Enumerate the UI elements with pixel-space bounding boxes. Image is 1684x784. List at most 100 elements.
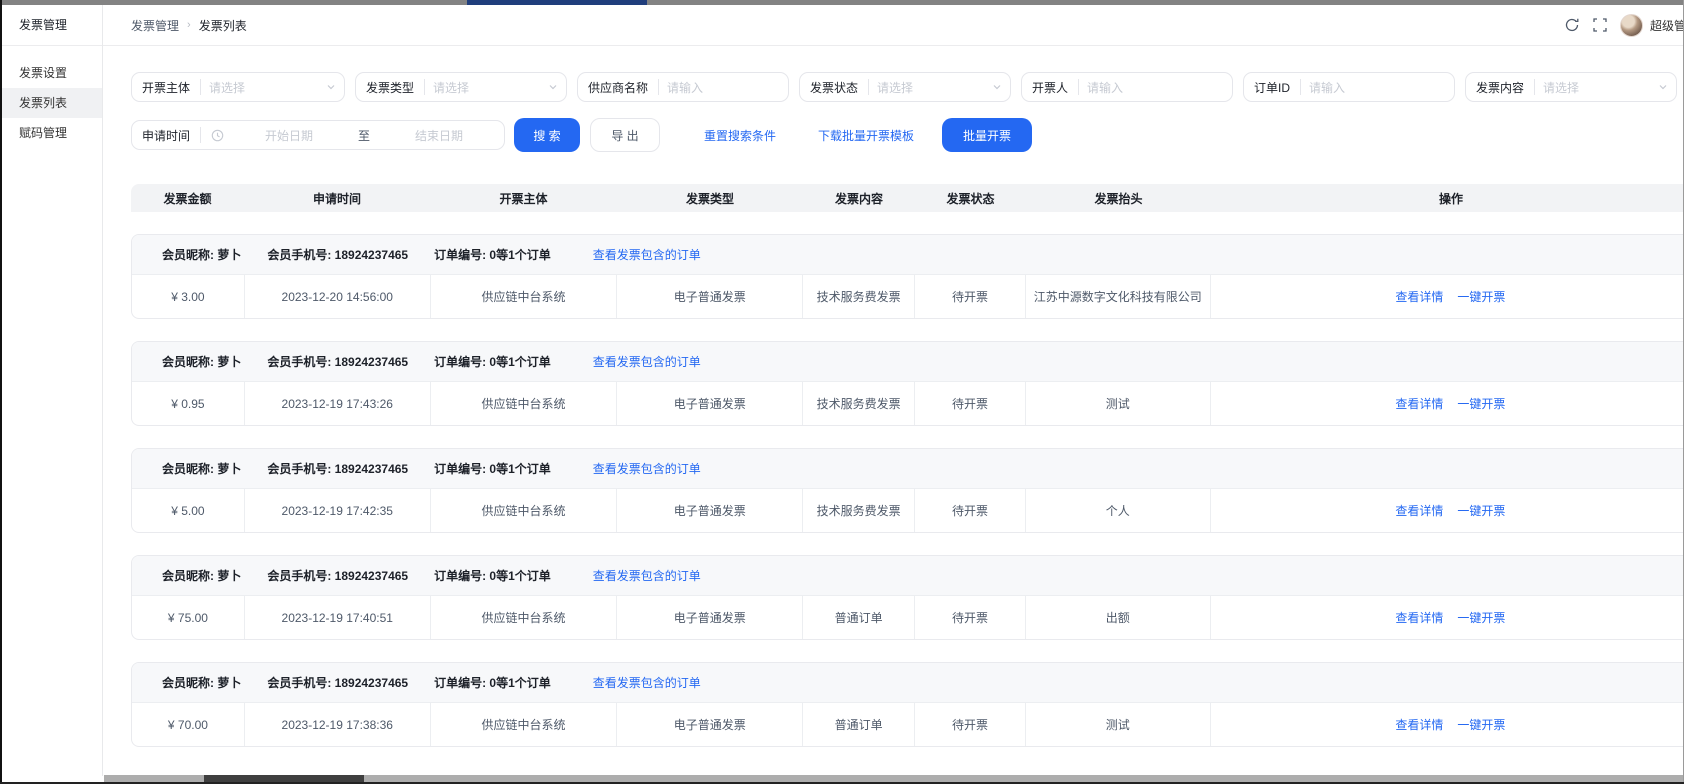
sidebar: 发票管理 发票设置发票列表赋码管理 <box>2 5 103 776</box>
chevron-down-icon <box>326 82 344 92</box>
one-click-invoice-link[interactable]: 一键开票 <box>1457 609 1505 626</box>
group-header: 会员昵称: 萝卜 会员手机号: 18924237465 订单编号: 0等1个订单… <box>132 449 1684 489</box>
column-header-1: 申请时间 <box>244 190 430 207</box>
end-date-input[interactable]: 结束日期 <box>374 127 504 144</box>
invoice-group: 会员昵称: 萝卜 会员手机号: 18924237465 订单编号: 0等1个订单… <box>131 448 1684 533</box>
filter-box[interactable]: 开票人 请输入 <box>1021 72 1233 102</box>
cell-amount: ¥ 3.00 <box>132 275 245 318</box>
cell-apply-time: 2023-12-19 17:40:51 <box>245 596 431 639</box>
member-nickname: 会员昵称: 萝卜 <box>162 353 241 370</box>
filter-label: 订单ID <box>1244 79 1300 96</box>
filter-input[interactable]: 请选择 <box>1535 79 1658 96</box>
fullscreen-icon[interactable] <box>1592 17 1608 33</box>
one-click-invoice-link[interactable]: 一键开票 <box>1457 716 1505 733</box>
cell-status: 待开票 <box>915 703 1026 746</box>
view-detail-link[interactable]: 查看详情 <box>1395 395 1443 412</box>
member-phone: 会员手机号: 18924237465 <box>267 567 408 584</box>
sidebar-item-0[interactable]: 发票设置 <box>2 58 102 88</box>
invoice-group: 会员昵称: 萝卜 会员手机号: 18924237465 订单编号: 0等1个订单… <box>131 555 1684 640</box>
table-row: ¥ 3.00 2023-12-20 14:56:00 供应链中台系统 电子普通发… <box>132 275 1684 318</box>
order-number: 订单编号: 0等1个订单 <box>434 567 551 584</box>
column-header-4: 发票内容 <box>803 190 915 207</box>
download-template-link[interactable]: 下载批量开票模板 <box>818 127 914 144</box>
chevron-down-icon <box>1658 82 1676 92</box>
filter-box[interactable]: 发票内容 请选择 <box>1465 72 1677 102</box>
chevron-down-icon <box>992 82 1010 92</box>
sidebar-item-1[interactable]: 发票列表 <box>2 88 102 118</box>
member-phone: 会员手机号: 18924237465 <box>267 460 408 477</box>
group-header: 会员昵称: 萝卜 会员手机号: 18924237465 订单编号: 0等1个订单… <box>132 342 1684 382</box>
cell-apply-time: 2023-12-20 14:56:00 <box>245 275 431 318</box>
window-top-strip <box>0 0 1684 5</box>
cell-actions: 查看详情 一键开票 <box>1211 489 1684 532</box>
filter-input[interactable]: 请选择 <box>869 79 992 96</box>
filter-label: 发票状态 <box>800 79 868 96</box>
cell-amount: ¥ 5.00 <box>132 489 245 532</box>
cell-invoice-content: 普通订单 <box>803 703 915 746</box>
cell-invoice-content: 普通订单 <box>803 596 915 639</box>
group-header: 会员昵称: 萝卜 会员手机号: 18924237465 订单编号: 0等1个订单… <box>132 663 1684 703</box>
one-click-invoice-link[interactable]: 一键开票 <box>1457 502 1505 519</box>
start-date-input[interactable]: 开始日期 <box>224 127 354 144</box>
cell-invoice-title: 出额 <box>1026 596 1211 639</box>
filter-box[interactable]: 发票类型 请选择 <box>355 72 567 102</box>
filter-input[interactable]: 请输入 <box>659 79 770 96</box>
horizontal-scrollbar[interactable] <box>104 775 1684 782</box>
breadcrumb-current: 发票列表 <box>199 17 247 34</box>
filter-box[interactable]: 发票状态 请选择 <box>799 72 1011 102</box>
filter-input[interactable]: 请选择 <box>201 79 326 96</box>
horizontal-scrollbar-thumb[interactable] <box>204 775 364 782</box>
filter-input[interactable]: 请输入 <box>1301 79 1436 96</box>
member-phone: 会员手机号: 18924237465 <box>267 246 408 263</box>
group-header: 会员昵称: 萝卜 会员手机号: 18924237465 订单编号: 0等1个订单… <box>132 556 1684 596</box>
filter-input[interactable]: 请选择 <box>425 79 548 96</box>
batch-invoice-button[interactable]: 批量开票 <box>942 118 1032 152</box>
breadcrumb-parent[interactable]: 发票管理 <box>131 17 179 34</box>
table-body: 会员昵称: 萝卜 会员手机号: 18924237465 订单编号: 0等1个订单… <box>131 234 1684 747</box>
cell-invoice-type: 电子普通发票 <box>617 703 803 746</box>
export-button[interactable]: 导 出 <box>590 118 660 152</box>
header-bar: 发票管理 › 发票列表 超级管理员 <box>103 5 1684 46</box>
view-detail-link[interactable]: 查看详情 <box>1395 609 1443 626</box>
refresh-icon[interactable] <box>1564 17 1580 33</box>
date-range-filter[interactable]: 申请时间 开始日期 至 结束日期 <box>131 120 505 150</box>
sidebar-item-2[interactable]: 赋码管理 <box>2 118 102 148</box>
view-included-orders-link[interactable]: 查看发票包含的订单 <box>593 353 701 370</box>
column-header-7: 操作 <box>1211 190 1684 207</box>
one-click-invoice-link[interactable]: 一键开票 <box>1457 288 1505 305</box>
avatar[interactable] <box>1620 14 1643 37</box>
cell-amount: ¥ 0.95 <box>132 382 245 425</box>
view-detail-link[interactable]: 查看详情 <box>1395 502 1443 519</box>
invoice-group: 会员昵称: 萝卜 会员手机号: 18924237465 订单编号: 0等1个订单… <box>131 234 1684 319</box>
cell-invoice-type: 电子普通发票 <box>617 596 803 639</box>
reset-filters-link[interactable]: 重置搜索条件 <box>704 127 776 144</box>
cell-amount: ¥ 70.00 <box>132 703 245 746</box>
cell-actions: 查看详情 一键开票 <box>1211 382 1684 425</box>
filter-label: 发票内容 <box>1466 79 1534 96</box>
column-header-0: 发票金额 <box>131 190 244 207</box>
invoice-group: 会员昵称: 萝卜 会员手机号: 18924237465 订单编号: 0等1个订单… <box>131 662 1684 747</box>
member-nickname: 会员昵称: 萝卜 <box>162 246 241 263</box>
view-included-orders-link[interactable]: 查看发票包含的订单 <box>593 567 701 584</box>
filter-box[interactable]: 开票主体 请选择 <box>131 72 345 102</box>
view-included-orders-link[interactable]: 查看发票包含的订单 <box>593 460 701 477</box>
member-nickname: 会员昵称: 萝卜 <box>162 567 241 584</box>
cell-apply-time: 2023-12-19 17:42:35 <box>245 489 431 532</box>
filter-box[interactable]: 订单ID 请输入 <box>1243 72 1455 102</box>
view-detail-link[interactable]: 查看详情 <box>1395 716 1443 733</box>
filter-box[interactable]: 供应商名称 请输入 <box>577 72 789 102</box>
search-button[interactable]: 搜 索 <box>514 118 580 152</box>
cell-invoice-title: 江苏中源数字文化科技有限公司 <box>1026 275 1211 318</box>
sidebar-title: 发票管理 <box>2 5 102 46</box>
view-detail-link[interactable]: 查看详情 <box>1395 288 1443 305</box>
view-included-orders-link[interactable]: 查看发票包含的订单 <box>593 674 701 691</box>
view-included-orders-link[interactable]: 查看发票包含的订单 <box>593 246 701 263</box>
order-number: 订单编号: 0等1个订单 <box>434 246 551 263</box>
cell-invoice-title: 个人 <box>1026 489 1211 532</box>
cell-subject: 供应链中台系统 <box>431 489 618 532</box>
cell-invoice-type: 电子普通发票 <box>617 275 803 318</box>
cell-subject: 供应链中台系统 <box>431 596 618 639</box>
username[interactable]: 超级管理员 <box>1650 17 1684 34</box>
filter-input[interactable]: 请输入 <box>1079 79 1214 96</box>
one-click-invoice-link[interactable]: 一键开票 <box>1457 395 1505 412</box>
